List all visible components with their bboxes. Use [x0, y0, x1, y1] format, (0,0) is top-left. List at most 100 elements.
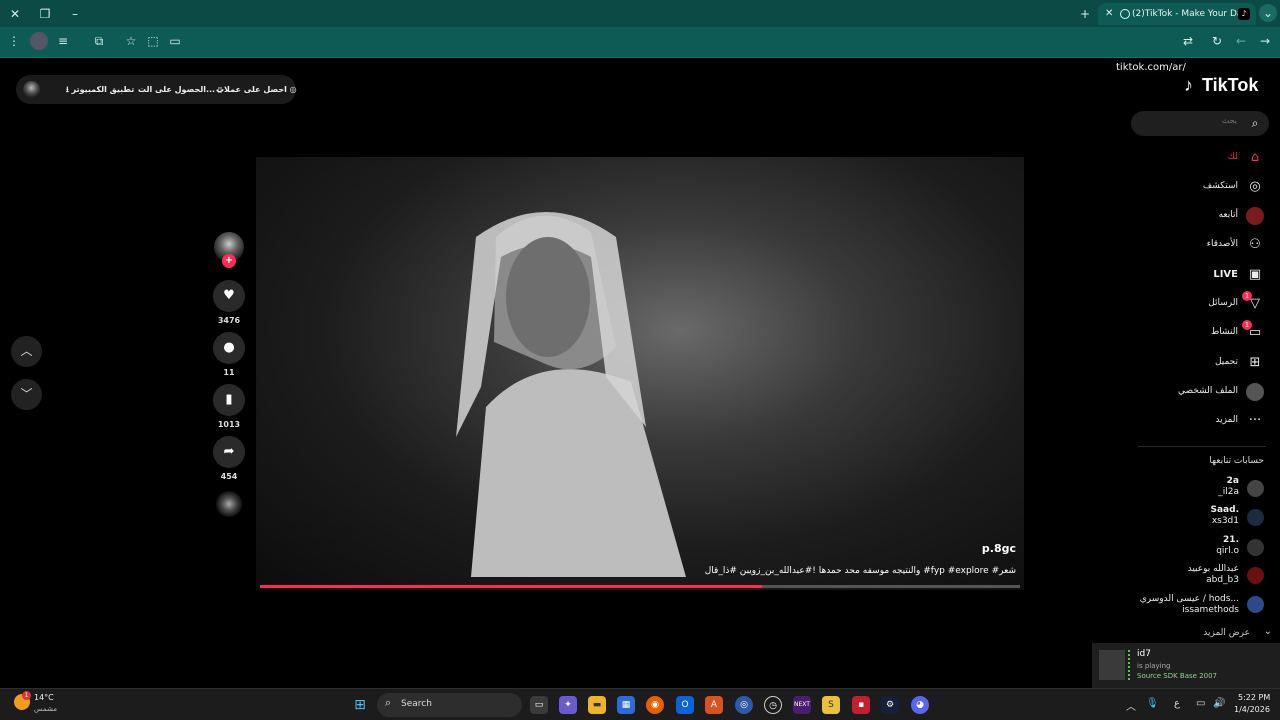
- friends-icon: ⚇: [1249, 237, 1261, 252]
- game-notification[interactable]: id7 is playing Source SDK Base 2007: [1092, 643, 1280, 688]
- close-window-icon[interactable]: ✕: [6, 5, 24, 23]
- store-icon[interactable]: ▦: [617, 696, 635, 714]
- extensions-icon[interactable]: ⧉: [90, 32, 108, 50]
- nav-messages[interactable]: الرسائل ▽ 1: [1124, 291, 1264, 315]
- screenshot-icon[interactable]: ⬚: [144, 32, 162, 50]
- tab-close-icon[interactable]: ✕: [1105, 3, 1113, 25]
- tiktok-note-icon: ♪: [1184, 75, 1193, 95]
- chevron-down-icon[interactable]: ⌄: [1264, 626, 1272, 637]
- account-item[interactable]: 2a _il2a: [1218, 476, 1239, 498]
- music-disc-icon[interactable]: [216, 491, 242, 517]
- tiktok-logo[interactable]: ♪ TikTok: [1184, 75, 1258, 96]
- following-avatar-icon: [1246, 207, 1264, 225]
- chrome-icon[interactable]: ◎: [735, 696, 753, 714]
- next-video-button[interactable]: ﹀: [11, 379, 42, 410]
- account-item[interactable]: Saad. xs3d1: [1211, 505, 1240, 527]
- search-placeholder: بحث: [1221, 116, 1237, 125]
- notification-divider: [1128, 650, 1130, 680]
- copilot-icon[interactable]: ✦: [559, 696, 577, 714]
- nav-more[interactable]: المزيد ···: [1124, 412, 1264, 432]
- discord-icon[interactable]: ◕: [911, 696, 929, 714]
- network-icon[interactable]: ▭: [1196, 698, 1205, 709]
- nav-friends[interactable]: الأصدقاء ⚇: [1124, 236, 1264, 256]
- nav-upload[interactable]: تحميل ⊞: [1124, 354, 1264, 374]
- notification-title: id7: [1137, 649, 1151, 659]
- microphone-icon[interactable]: 🎙: [1146, 698, 1159, 709]
- red-app-icon[interactable]: ▪: [852, 696, 870, 714]
- tab-search-icon[interactable]: ⌄: [1259, 4, 1277, 22]
- new-tab-icon[interactable]: +: [1076, 5, 1094, 23]
- reload-icon[interactable]: ↻: [1208, 32, 1226, 50]
- notification-game: Source SDK Base 2007: [1137, 672, 1218, 680]
- like-count: 3476: [217, 316, 241, 325]
- video-caption: والنتيجه موسفه محد حمدها !#عبدالله_بن_زو…: [704, 566, 1016, 576]
- forward-icon[interactable]: ←: [1232, 32, 1250, 50]
- clock-time[interactable]: 5:22 PM: [1238, 693, 1270, 702]
- chevron-down-icon: ﹀: [20, 387, 33, 401]
- bookmark-star-icon[interactable]: ☆: [122, 32, 140, 50]
- next-app-icon[interactable]: NEXT: [793, 696, 811, 714]
- user-avatar[interactable]: [23, 81, 40, 98]
- browser-titlebar: ✕ ❐ – + ✕ (2)TikTok - Make Your Day ♪ ⌄: [0, 0, 1280, 27]
- task-view-icon[interactable]: ▭: [530, 696, 548, 714]
- heart-icon[interactable]: ♥: [213, 280, 245, 312]
- bookmark-icon[interactable]: ▮: [213, 384, 245, 416]
- get-app-button[interactable]: الحصول على الت... ▯: [138, 75, 222, 104]
- steam-icon[interactable]: ⚙: [881, 696, 899, 714]
- account-avatar[interactable]: [1247, 567, 1264, 584]
- back-icon[interactable]: →: [1256, 32, 1274, 50]
- search-input[interactable]: بحث ⌕: [1131, 111, 1269, 136]
- sidebar-divider: [1138, 446, 1266, 447]
- language-indicator[interactable]: ع: [1174, 698, 1180, 709]
- minimize-window-icon[interactable]: –: [66, 5, 84, 23]
- nav-explore[interactable]: استكشف ◎: [1124, 178, 1264, 198]
- menu-dots-icon[interactable]: ⋮: [5, 32, 23, 50]
- weather-temp[interactable]: 14°C: [34, 693, 54, 702]
- sublime-icon[interactable]: S: [822, 696, 840, 714]
- restore-window-icon[interactable]: ❐: [36, 5, 54, 23]
- nav-live[interactable]: LIVE ▣: [1124, 266, 1264, 286]
- media-icon[interactable]: ≡: [54, 32, 72, 50]
- weather-badge: 1: [22, 691, 31, 700]
- nav-for-you[interactable]: لك ⌂: [1124, 149, 1264, 169]
- reading-mode-icon[interactable]: ▭: [166, 32, 184, 50]
- browser-tab[interactable]: ✕ (2)TikTok - Make Your Day ♪: [1098, 3, 1256, 25]
- desktop-app-button[interactable]: ⭳ تطبيق الكمبيوتر: [66, 75, 134, 104]
- nav-profile[interactable]: الملف الشخصي: [1124, 383, 1264, 403]
- video-progress-bar[interactable]: [260, 585, 1020, 588]
- video-frame-person: [456, 212, 686, 577]
- account-avatar[interactable]: [1247, 539, 1264, 556]
- get-coins-button[interactable]: احصل على عملات ◎: [216, 75, 297, 104]
- account-item[interactable]: عبدالله بوعبيد abd_b3: [1188, 564, 1239, 586]
- app-a-icon[interactable]: A: [705, 696, 723, 714]
- steam-clock-icon[interactable]: ◷: [764, 696, 782, 714]
- clock-date[interactable]: 1/4/2026: [1234, 705, 1270, 714]
- account-avatar[interactable]: [1247, 509, 1264, 526]
- share-icon[interactable]: ➦: [213, 436, 245, 468]
- search-icon[interactable]: ⌕: [1247, 115, 1263, 131]
- taskbar-search[interactable]: ⌕ Search: [377, 693, 522, 717]
- follow-plus-button[interactable]: +: [222, 254, 236, 268]
- video-player[interactable]: p.8gc والنتيجه موسفه محد حمدها !#عبدالله…: [256, 157, 1024, 590]
- video-author[interactable]: p.8gc: [982, 542, 1016, 555]
- comment-icon[interactable]: ●: [213, 332, 245, 364]
- following-accounts-title: حسابات تتابعها: [1209, 456, 1264, 466]
- address-bar[interactable]: tiktok.com/ar/: [1116, 62, 1186, 73]
- nav-activity[interactable]: النشاط ▭ 1: [1124, 320, 1264, 344]
- see-more-link[interactable]: عرض المزيد: [1203, 628, 1250, 638]
- tray-chevron-up-icon[interactable]: ︿: [1126, 698, 1136, 713]
- volume-icon[interactable]: 🔊: [1213, 698, 1225, 709]
- nav-following[interactable]: أتابعه: [1124, 207, 1264, 227]
- firefox-icon[interactable]: ◉: [646, 696, 664, 714]
- account-avatar[interactable]: [1247, 480, 1264, 497]
- profile-icon[interactable]: [30, 32, 48, 50]
- file-explorer-icon[interactable]: ▬: [588, 696, 606, 714]
- account-avatar[interactable]: [1247, 596, 1264, 613]
- previous-video-button[interactable]: ︿: [11, 336, 42, 367]
- account-item[interactable]: عيسى الدوسري / hods... issamethods: [1140, 594, 1239, 616]
- account-item[interactable]: 21. qirl.o: [1216, 535, 1239, 557]
- outlook-icon[interactable]: O: [676, 696, 694, 714]
- coin-icon: ◎: [289, 85, 297, 94]
- site-settings-icon[interactable]: ⇄: [1179, 32, 1197, 50]
- windows-start-icon[interactable]: ⊞: [351, 696, 369, 714]
